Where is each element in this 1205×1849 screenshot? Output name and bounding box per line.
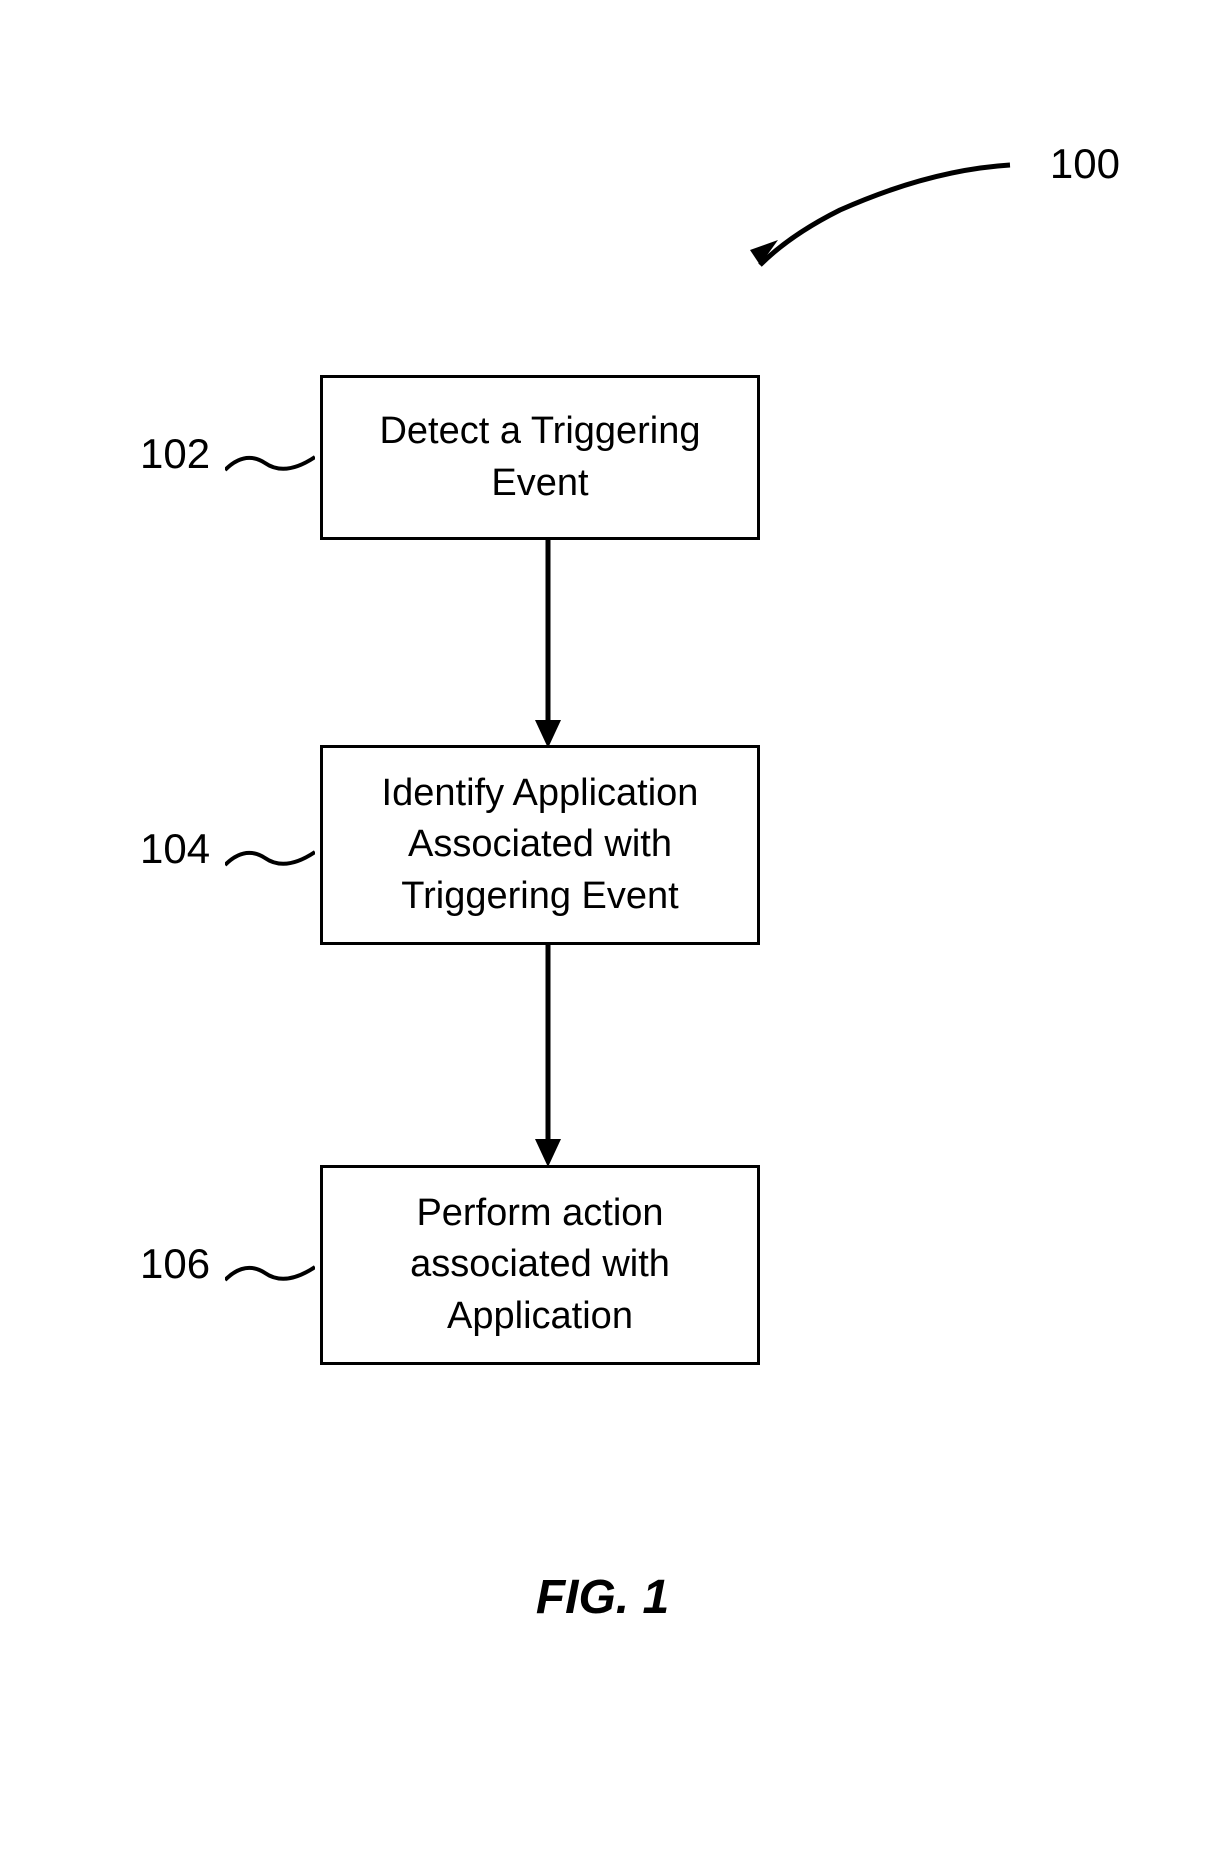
curved-arrow-icon: [740, 155, 1020, 285]
squiggle-connector-icon: [225, 445, 315, 480]
flowchart-step-102: Detect a Triggering Event: [320, 375, 760, 540]
flowchart-diagram: 100 102 Detect a Triggering Event 104 Id…: [0, 0, 1205, 1849]
down-arrow-icon: [533, 540, 563, 748]
figure-label: FIG. 1: [0, 1570, 1205, 1625]
step-label-102: 102: [140, 430, 210, 478]
reference-number-100: 100: [1050, 140, 1120, 188]
step-label-106: 106: [140, 1240, 210, 1288]
flowchart-step-104: Identify Application Associated with Tri…: [320, 745, 760, 945]
down-arrow-icon: [533, 945, 563, 1167]
step-text: Perform action associated with Applicati…: [343, 1188, 737, 1342]
step-text: Detect a Triggering Event: [343, 406, 737, 509]
flowchart-step-106: Perform action associated with Applicati…: [320, 1165, 760, 1365]
squiggle-connector-icon: [225, 1255, 315, 1290]
step-label-104: 104: [140, 825, 210, 873]
squiggle-connector-icon: [225, 840, 315, 875]
step-text: Identify Application Associated with Tri…: [343, 768, 737, 922]
